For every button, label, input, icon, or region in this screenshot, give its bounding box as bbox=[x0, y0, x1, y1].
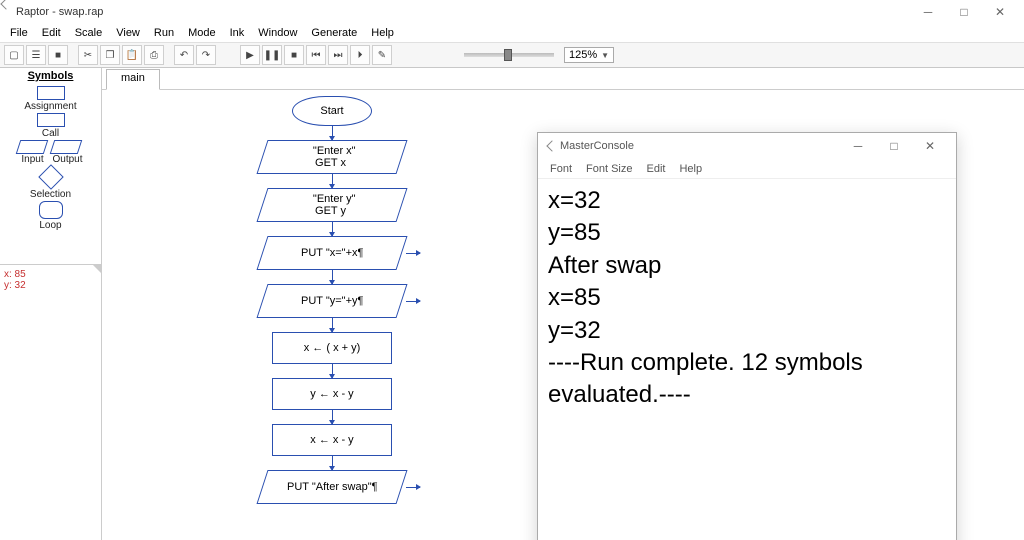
symbols-header: Symbols bbox=[0, 68, 101, 84]
print-icon[interactable]: ⎙ bbox=[144, 45, 164, 65]
menu-edit[interactable]: Edit bbox=[36, 26, 67, 40]
flowchart: Start "Enter x"GET x "Enter y"GET y PUT … bbox=[222, 96, 442, 504]
put-afterswap-node[interactable]: PUT "After swap"¶ bbox=[256, 470, 407, 504]
sidebar: Symbols Assignment Call Input Output Sel… bbox=[0, 68, 102, 540]
console-output: x=32 y=85 After swap x=85 y=32 ----Run c… bbox=[538, 179, 956, 540]
toolbar: ▢ ☰ ■ ✂ ❐ 📋 ⎙ ↶ ↷ ▶ ❚❚ ■ ⏮ ⏭ ⏵ ✎ 125% ▼ bbox=[0, 42, 1024, 68]
console-menubar: Font Font Size Edit Help bbox=[538, 159, 956, 179]
input-symbol[interactable] bbox=[16, 140, 49, 154]
master-console[interactable]: MasterConsole ─ □ ✕ Font Font Size Edit … bbox=[537, 132, 957, 540]
console-line: After swap bbox=[548, 250, 946, 282]
assign-x-node[interactable]: x ← ( x + y) bbox=[272, 332, 392, 364]
console-title: MasterConsole bbox=[560, 140, 634, 152]
input-x-node[interactable]: "Enter x"GET x bbox=[256, 140, 407, 174]
redo-icon[interactable]: ↷ bbox=[196, 45, 216, 65]
assign-y-node[interactable]: y ← x - y bbox=[272, 378, 392, 410]
menu-scale[interactable]: Scale bbox=[69, 26, 109, 40]
menu-window[interactable]: Window bbox=[252, 26, 303, 40]
console-menu-help[interactable]: Help bbox=[673, 163, 708, 175]
output-label: Output bbox=[52, 154, 82, 165]
menu-ink[interactable]: Ink bbox=[224, 26, 251, 40]
step-back-icon[interactable]: ⏮ bbox=[306, 45, 326, 65]
titlebar: Raptor - swap.rap ─ □ ✕ bbox=[0, 0, 1024, 24]
console-close-button[interactable]: ✕ bbox=[912, 139, 948, 153]
maximize-button[interactable]: □ bbox=[946, 5, 982, 19]
console-menu-fontsize[interactable]: Font Size bbox=[580, 163, 638, 175]
cut-icon[interactable]: ✂ bbox=[78, 45, 98, 65]
input-y-node[interactable]: "Enter y"GET y bbox=[256, 188, 407, 222]
menubar: File Edit Scale View Run Mode Ink Window… bbox=[0, 24, 1024, 42]
watch-y: y: 32 bbox=[4, 280, 97, 291]
selection-label: Selection bbox=[30, 189, 71, 200]
assign-x2-node[interactable]: x ← x - y bbox=[272, 424, 392, 456]
call-symbol[interactable] bbox=[37, 113, 65, 127]
menu-file[interactable]: File bbox=[4, 26, 34, 40]
console-maximize-button[interactable]: □ bbox=[876, 139, 912, 153]
play-all-icon[interactable]: ⏵ bbox=[350, 45, 370, 65]
app-icon bbox=[546, 140, 557, 151]
undo-icon[interactable]: ↶ bbox=[174, 45, 194, 65]
menu-mode[interactable]: Mode bbox=[182, 26, 222, 40]
minimize-button[interactable]: ─ bbox=[910, 5, 946, 19]
open-icon[interactable]: ☰ bbox=[26, 45, 46, 65]
output-symbol[interactable] bbox=[50, 140, 83, 154]
console-line: y=32 bbox=[548, 315, 946, 347]
close-button[interactable]: ✕ bbox=[982, 5, 1018, 19]
save-icon[interactable]: ■ bbox=[48, 45, 68, 65]
stop-icon[interactable]: ■ bbox=[284, 45, 304, 65]
console-line: y=85 bbox=[548, 217, 946, 249]
console-line: evaluated.---- bbox=[548, 379, 946, 411]
console-menu-font[interactable]: Font bbox=[544, 163, 578, 175]
pause-icon[interactable]: ❚❚ bbox=[262, 45, 282, 65]
window-title: Raptor - swap.rap bbox=[16, 6, 103, 18]
loop-symbol[interactable] bbox=[39, 201, 63, 219]
console-line: ----Run complete. 12 symbols bbox=[548, 347, 946, 379]
put-x-node[interactable]: PUT "x="+x¶ bbox=[256, 236, 407, 270]
call-label: Call bbox=[42, 128, 59, 139]
console-titlebar[interactable]: MasterConsole ─ □ ✕ bbox=[538, 133, 956, 159]
app-icon bbox=[0, 0, 11, 10]
tabstrip: main bbox=[102, 68, 1024, 90]
new-icon[interactable]: ▢ bbox=[4, 45, 24, 65]
menu-generate[interactable]: Generate bbox=[305, 26, 363, 40]
loop-label: Loop bbox=[39, 220, 61, 231]
watch-window: x: 85 y: 32 bbox=[0, 264, 101, 295]
chevron-down-icon: ▼ bbox=[601, 51, 609, 60]
console-line: x=85 bbox=[548, 282, 946, 314]
console-minimize-button[interactable]: ─ bbox=[840, 139, 876, 153]
menu-view[interactable]: View bbox=[110, 26, 146, 40]
put-y-node[interactable]: PUT "y="+y¶ bbox=[256, 284, 407, 318]
input-label: Input bbox=[18, 154, 46, 165]
play-icon[interactable]: ▶ bbox=[240, 45, 260, 65]
assignment-symbol[interactable] bbox=[37, 86, 65, 100]
watch-x: x: 85 bbox=[4, 269, 97, 280]
main-area: main Start "Enter x"GET x "Enter y"GET y… bbox=[102, 68, 1024, 540]
start-node[interactable]: Start bbox=[292, 96, 372, 126]
menu-help[interactable]: Help bbox=[365, 26, 400, 40]
speed-slider[interactable] bbox=[464, 53, 554, 57]
selection-symbol[interactable] bbox=[38, 164, 63, 189]
zoom-selector[interactable]: 125% ▼ bbox=[564, 47, 614, 63]
copy-icon[interactable]: ❐ bbox=[100, 45, 120, 65]
assignment-label: Assignment bbox=[24, 101, 76, 112]
tab-main[interactable]: main bbox=[106, 69, 160, 90]
menu-run[interactable]: Run bbox=[148, 26, 180, 40]
pencil-icon[interactable]: ✎ bbox=[372, 45, 392, 65]
zoom-value: 125% bbox=[569, 49, 597, 61]
console-menu-edit[interactable]: Edit bbox=[640, 163, 671, 175]
console-line: x=32 bbox=[548, 185, 946, 217]
step-fwd-icon[interactable]: ⏭ bbox=[328, 45, 348, 65]
paste-icon[interactable]: 📋 bbox=[122, 45, 142, 65]
